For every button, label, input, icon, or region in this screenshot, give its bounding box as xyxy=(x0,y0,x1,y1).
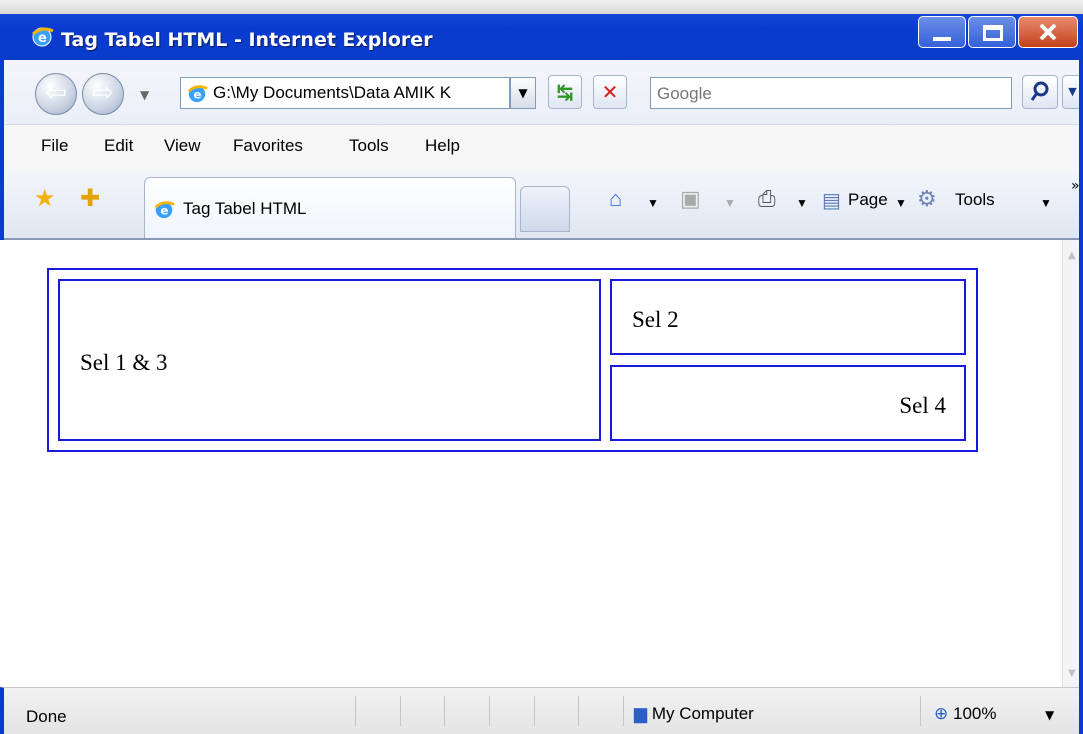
menu-edit[interactable]: Edit xyxy=(104,136,133,156)
address-dropdown-button[interactable]: ▼ xyxy=(510,77,536,109)
ie-tab-icon: e xyxy=(154,201,175,219)
chevron-down-icon: ▼ xyxy=(518,86,528,100)
status-divider xyxy=(920,696,921,726)
back-icon: ⇦ xyxy=(45,78,67,108)
computer-icon: ▆ xyxy=(634,704,648,723)
status-divider xyxy=(578,696,579,726)
search-box[interactable]: Google xyxy=(650,77,1012,109)
zoom-label: 100% xyxy=(952,704,997,723)
svg-text:e: e xyxy=(38,31,47,46)
status-divider xyxy=(623,696,624,726)
status-divider xyxy=(444,696,445,726)
ie-page-icon: e xyxy=(187,85,208,103)
stop-button[interactable]: ✕ xyxy=(593,75,627,109)
minimize-button[interactable] xyxy=(918,16,966,48)
status-divider xyxy=(355,696,356,726)
forward-button[interactable]: ⇨ xyxy=(82,73,124,115)
zoom-level[interactable]: ⊕ 100% xyxy=(934,704,996,724)
zoom-dropdown[interactable]: ▼ xyxy=(1045,708,1054,722)
refresh-button[interactable]: ↹ xyxy=(548,75,582,109)
status-divider xyxy=(489,696,490,726)
tools-dropdown[interactable]: ▼ xyxy=(1040,196,1052,210)
address-text: G:\My Documents\Data AMIK K xyxy=(213,83,452,102)
tools-menu[interactable]: Tools xyxy=(955,190,995,210)
cell-2-text: Sel 2 xyxy=(632,307,679,332)
close-icon xyxy=(1039,23,1057,41)
svg-text:e: e xyxy=(160,204,168,218)
favorites-star-icon[interactable]: ★ xyxy=(34,184,56,212)
back-button[interactable]: ⇦ xyxy=(35,73,77,115)
title-top-strip xyxy=(0,0,1083,14)
print-dropdown[interactable]: ▼ xyxy=(796,196,808,210)
page-menu[interactable]: Page xyxy=(848,190,888,210)
add-favorites-icon[interactable]: ✚ xyxy=(80,184,100,212)
menu-tools[interactable]: Tools xyxy=(349,136,389,156)
zoom-icon: ⊕ xyxy=(934,704,949,723)
print-icon[interactable]: ⎙ xyxy=(758,186,776,212)
window-frame-right xyxy=(1079,60,1083,734)
menu-favorites[interactable]: Favorites xyxy=(233,136,303,156)
home-dropdown[interactable]: ▼ xyxy=(647,196,659,210)
status-text: Done xyxy=(26,707,67,726)
cell-4-text: Sel 4 xyxy=(899,393,946,418)
close-button[interactable] xyxy=(1018,16,1078,48)
feeds-dropdown[interactable]: ▼ xyxy=(724,196,736,210)
scroll-down-icon[interactable]: ▼ xyxy=(1068,668,1076,679)
tools-gear-icon: ⚙ xyxy=(917,186,937,211)
home-icon[interactable]: ⌂ xyxy=(609,186,622,212)
table-cell-4: Sel 4 xyxy=(610,365,966,441)
feeds-icon[interactable]: ▣ xyxy=(680,186,701,212)
svg-text:e: e xyxy=(193,88,201,102)
scroll-up-icon[interactable]: ▲ xyxy=(1068,250,1076,261)
recent-pages-dropdown[interactable]: ▼ xyxy=(140,88,149,102)
status-divider xyxy=(400,696,401,726)
menu-file[interactable]: File xyxy=(41,136,68,156)
search-button[interactable] xyxy=(1022,75,1058,109)
refresh-icon: ↹ xyxy=(556,80,574,104)
tab-label: Tag Tabel HTML xyxy=(183,199,307,218)
stop-icon: ✕ xyxy=(601,80,619,104)
window-title: Tag Tabel HTML - Internet Explorer xyxy=(61,29,433,51)
cell-1-3-text: Sel 1 & 3 xyxy=(80,350,168,375)
tab-active[interactable]: e Tag Tabel HTML xyxy=(144,177,516,241)
status-divider xyxy=(534,696,535,726)
page-icon: ▤ xyxy=(822,190,841,212)
ie-logo-icon: e xyxy=(32,27,54,47)
security-zone: ▆ My Computer xyxy=(634,704,754,724)
new-tab-button[interactable] xyxy=(520,186,570,232)
menu-view[interactable]: View xyxy=(164,136,201,156)
address-bar[interactable]: e G:\My Documents\Data AMIK K xyxy=(180,77,510,109)
table-cell-1-3: Sel 1 & 3 xyxy=(58,279,601,441)
browser-window: e Tag Tabel HTML - Internet Explorer ⇦ ⇨… xyxy=(0,0,1083,734)
forward-icon: ⇨ xyxy=(92,78,114,108)
table-cell-2: Sel 2 xyxy=(610,279,966,355)
search-icon xyxy=(1030,81,1049,101)
menu-help[interactable]: Help xyxy=(425,136,460,156)
search-placeholder: Google xyxy=(657,84,712,103)
page-dropdown[interactable]: ▼ xyxy=(895,196,907,210)
maximize-button[interactable] xyxy=(968,16,1016,48)
zone-label: My Computer xyxy=(651,704,754,723)
